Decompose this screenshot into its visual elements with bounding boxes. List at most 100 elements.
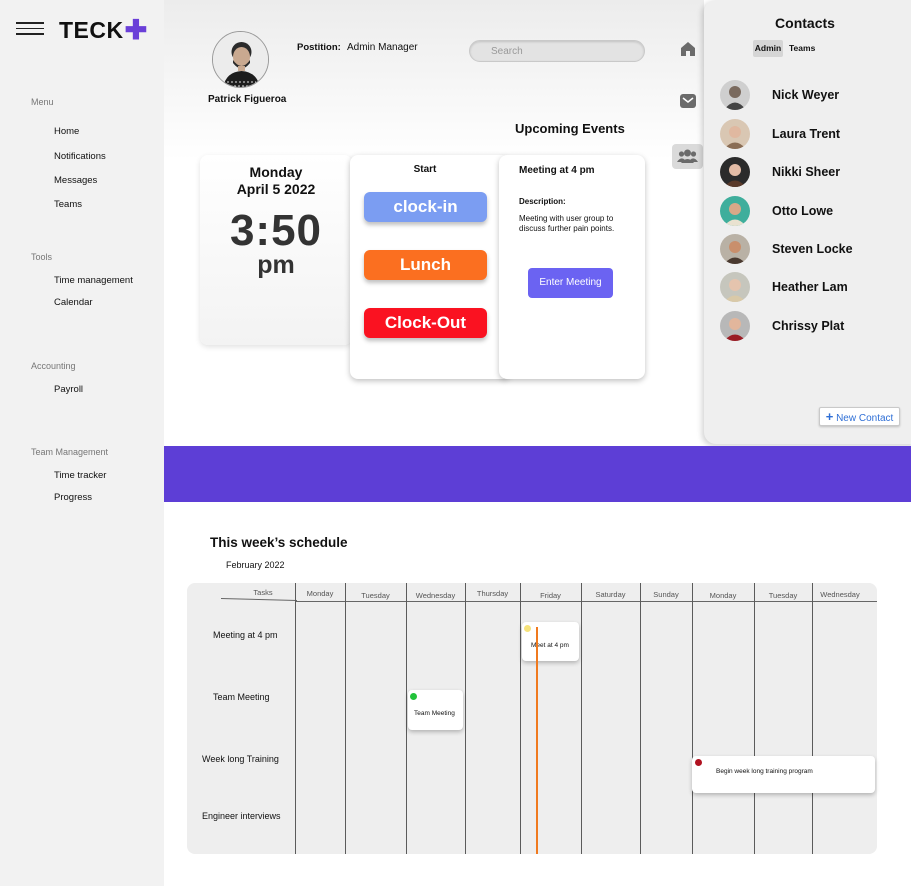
event-dot [524,625,531,632]
nav-item-home[interactable]: Home [54,126,79,137]
home-icon[interactable] [679,40,697,58]
contact-name: Laura Trent [772,127,841,141]
event-dot [410,693,417,700]
contact-item[interactable]: Steven Locke [720,234,900,266]
day-header: Sunday [653,590,679,599]
logo-plus-icon: ✚ [124,15,148,45]
column-divider [295,583,296,854]
task-label: Engineer interviews [202,811,281,821]
contact-item[interactable]: Heather Lam [720,272,900,304]
contacts-title: Contacts [775,15,835,31]
nav-item-notifications[interactable]: Notifications [54,151,106,162]
search-bar[interactable] [469,40,645,62]
nav-item-time-tracker[interactable]: Time tracker [54,470,106,481]
nav-item-calendar[interactable]: Calendar [54,297,93,308]
contact-name: Steven Locke [772,242,853,256]
group-icon[interactable] [672,144,703,169]
tab-teams[interactable]: Teams [789,40,815,57]
column-divider [465,583,466,854]
app-root: TECK ✚ Menu Home Notifications Messages T… [0,0,911,886]
section-title-accounting: Accounting [31,361,76,371]
contact-item[interactable]: Nick Weyer [720,80,900,112]
enter-meeting-button[interactable]: Enter Meeting [528,268,613,298]
sidebar: TECK ✚ Menu Home Notifications Messages T… [0,0,164,886]
new-contact-label: New Contact [836,413,894,424]
nav-item-teams[interactable]: Teams [54,199,82,210]
current-time-ampm: pm [257,251,295,279]
event-card[interactable]: Begin week long training program [692,756,875,793]
contact-name: Heather Lam [772,280,848,294]
day-header: Thursday [476,589,509,598]
event-text: Begin week long training program [716,768,813,775]
task-label: Week long Training [202,754,279,764]
nav-item-messages[interactable]: Messages [54,175,97,186]
column-divider [812,583,813,854]
contact-item[interactable]: Nikki Sheer [720,157,900,189]
hamburger-menu-icon[interactable] [16,22,44,38]
contact-avatar [720,234,750,264]
schedule-title: This week’s schedule [210,535,348,550]
nav-item-progress[interactable]: Progress [54,492,92,503]
nav-item-payroll[interactable]: Payroll [54,384,83,395]
current-time-indicator [536,627,538,854]
contact-item[interactable]: Otto Lowe [720,196,900,228]
contact-avatar [720,80,750,110]
date-day: Monday [249,164,303,180]
column-divider [754,583,755,854]
meeting-description: Meeting with user group to discuss furth… [519,214,615,233]
mail-icon[interactable] [679,92,697,110]
tab-admin[interactable]: Admin [753,40,783,57]
search-input[interactable] [470,41,644,62]
new-contact-button[interactable]: + New Contact [819,407,900,426]
column-divider [406,583,407,854]
upcoming-events-title: Upcoming Events [515,121,625,136]
column-divider [520,583,521,854]
app-logo[interactable]: TECK ✚ [59,17,148,44]
event-card[interactable]: Team Meeting [408,690,463,730]
day-header: Monday [306,589,334,598]
day-header: Wednesday [820,590,860,599]
column-divider [581,583,582,854]
contact-name: Nick Weyer [772,88,840,102]
date-full: April 5 2022 [236,181,316,197]
contact-item[interactable]: Laura Trent [720,119,900,151]
clock-out-button[interactable]: Clock-Out [364,308,487,338]
day-header: Monday [709,591,737,600]
schedule-month: February 2022 [226,560,285,570]
meeting-description-label: Description: [519,197,566,206]
user-name: Patrick Figueroa [208,94,287,105]
task-label: Team Meeting [213,692,270,702]
clock-in-button[interactable]: clock-in [364,192,487,222]
position-label: Postition: [297,42,341,53]
lunch-button[interactable]: Lunch [364,250,487,280]
purple-banner [164,446,911,502]
plus-icon: + [825,409,834,424]
event-text: Team Meeting [414,710,455,717]
tasks-header: Tasks [253,588,273,597]
column-divider [345,583,346,854]
day-header: Saturday [595,590,626,599]
contact-avatar [720,272,750,302]
event-card[interactable]: Meet at 4 pm [522,622,579,661]
section-title-menu: Menu [31,97,54,107]
date-card: Monday April 5 2022 3:50 pm [200,155,352,345]
column-divider [640,583,641,854]
event-dot [695,759,702,766]
user-avatar-image [213,32,268,87]
current-time: 3:50 [229,206,323,255]
contact-name: Nikki Sheer [772,165,841,179]
position-value: Admin Manager [347,42,418,53]
nav-item-time-management[interactable]: Time management [54,275,133,286]
contact-avatar [720,196,750,226]
contact-item[interactable]: Chrissy Plat [720,311,900,343]
user-avatar[interactable] [212,31,269,88]
clock-card-title: Start [413,164,437,175]
task-label: Meeting at 4 pm [213,630,278,640]
section-title-team-management: Team Management [31,447,109,457]
meeting-title: Meeting at 4 pm [519,165,595,176]
column-divider [692,583,693,854]
section-title-tools: Tools [31,252,53,262]
schedule-grid: Tasks Monday Tuesday Wednesday Thursday … [187,583,877,854]
day-header: Wednesday [415,591,456,600]
contact-avatar [720,119,750,149]
